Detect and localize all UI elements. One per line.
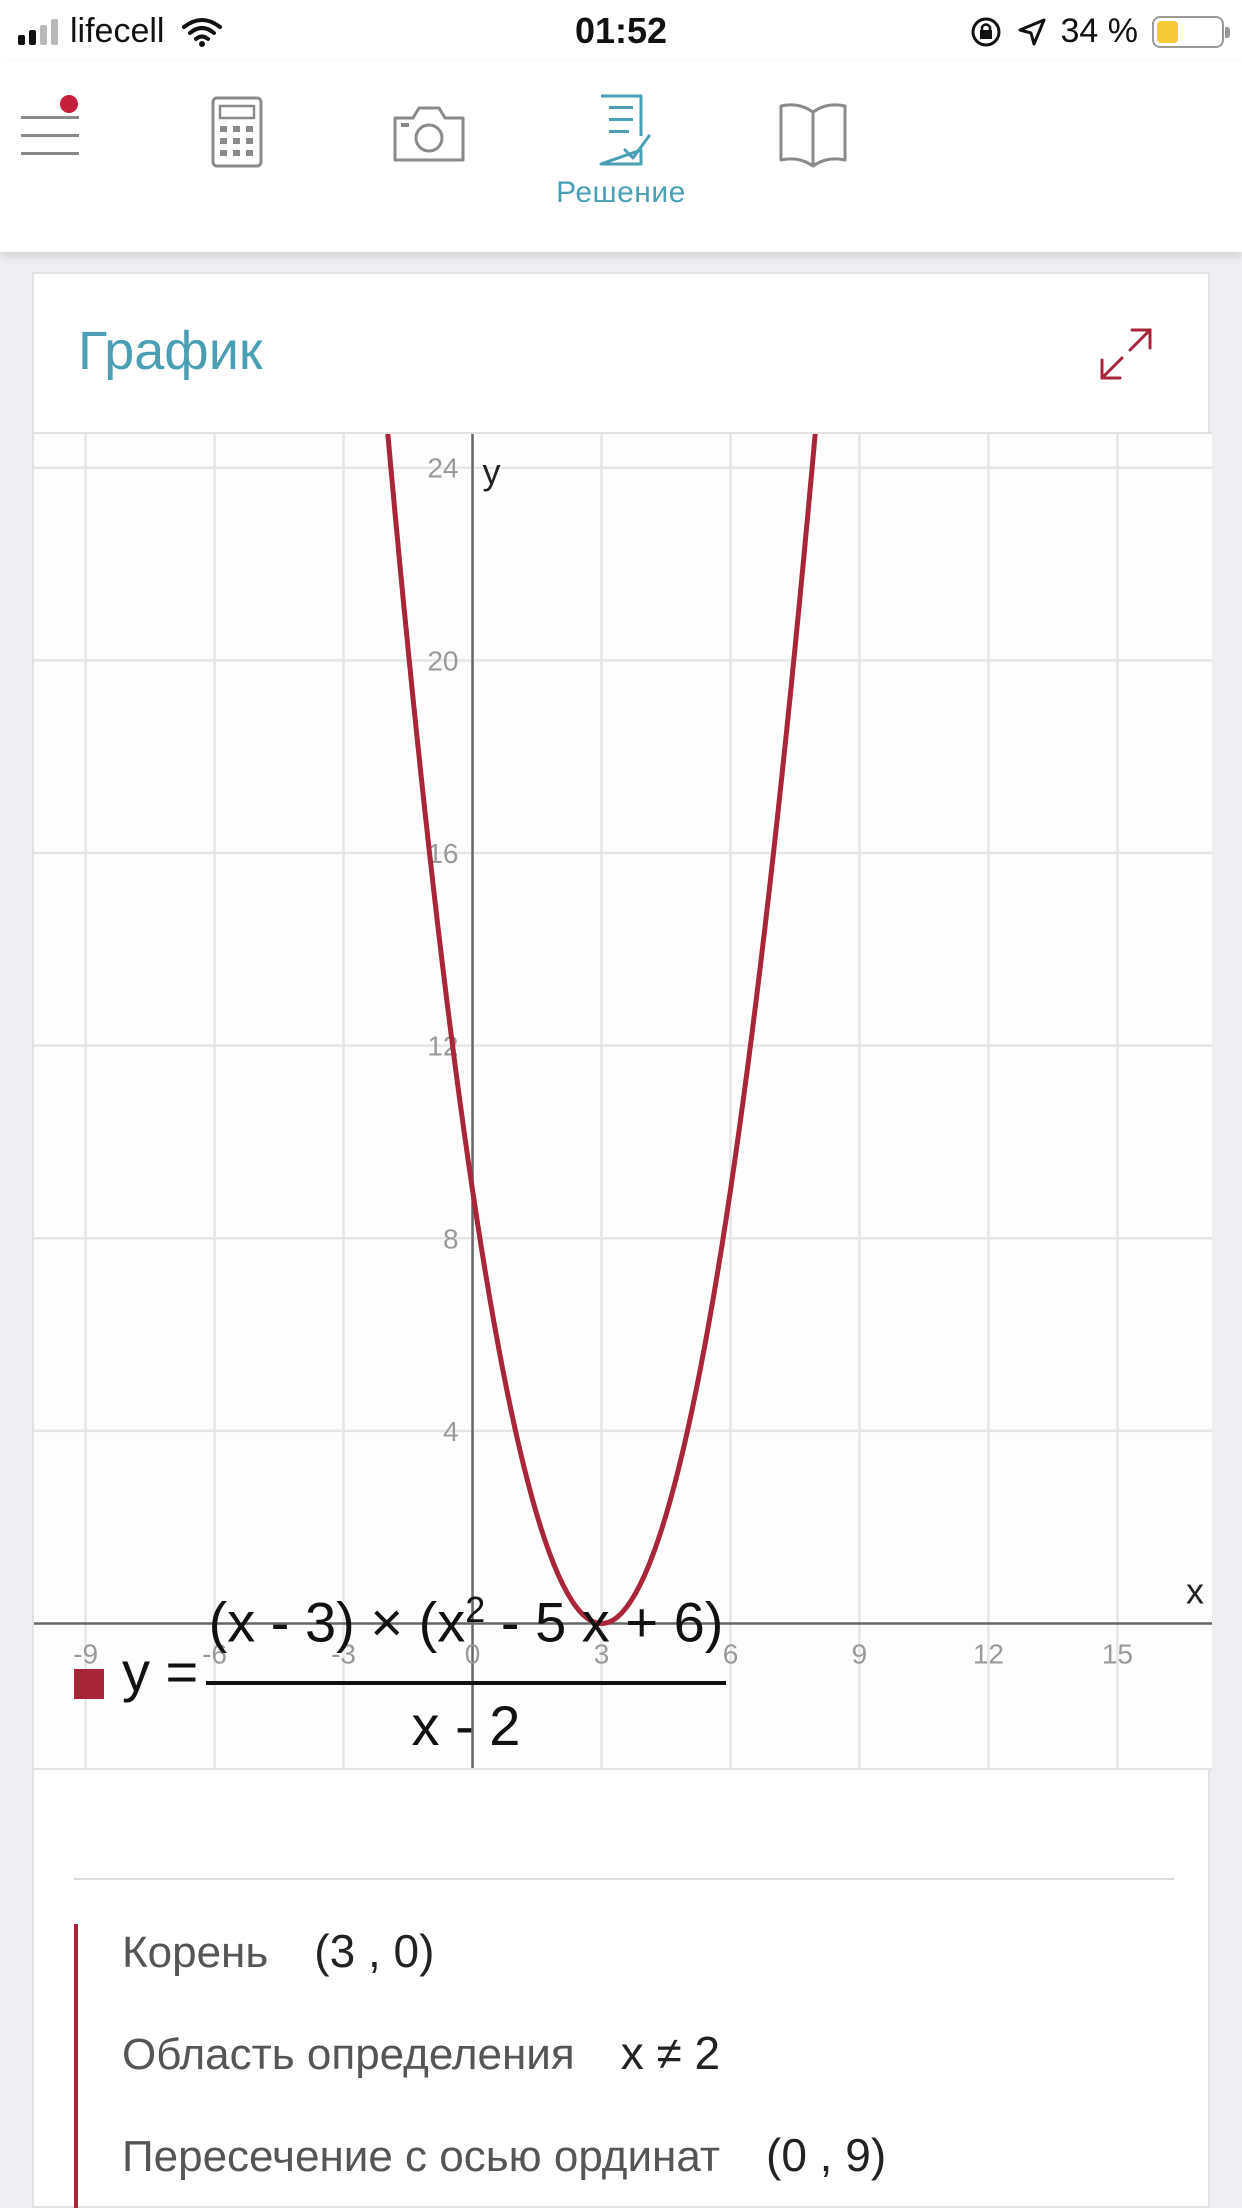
numerator-part-2: - 5 x + 6) <box>485 1590 724 1654</box>
property-value: (3 , 0) <box>314 1925 435 1977</box>
property-y-intercept: Пересечение с осью ординат (0 , 9) <box>122 2128 1174 2208</box>
formula-denominator: x - 2 <box>411 1694 521 1757</box>
y-axis-label: y <box>483 451 501 492</box>
toolbar: Решение <box>0 62 1242 252</box>
chart-svg[interactable]: -9 -6 -3 0 3 6 9 12 154812162024xy <box>34 419 1212 1768</box>
plot-background <box>34 434 1212 1768</box>
property-domain: Область определения x ≠ 2 <box>122 2026 1174 2128</box>
formula-numerator: (x - 3) × (x2 - 5 x + 6) <box>206 1589 726 1655</box>
location-icon <box>1018 18 1045 45</box>
fraction-bar <box>206 1681 726 1685</box>
x-tick-label: 15 <box>1102 1639 1133 1670</box>
battery-icon <box>1152 15 1230 48</box>
status-bar: lifecell 01:52 34 % <box>0 0 1242 62</box>
properties-list: Корень (3 , 0) Область определения x ≠ 2… <box>74 1924 1174 2208</box>
property-label: Область определения <box>122 2030 575 2079</box>
formula-lhs: y = <box>122 1640 199 1703</box>
solution-tab-label: Решение <box>556 176 686 209</box>
divider <box>74 1878 1174 1880</box>
property-root: Корень (3 , 0) <box>122 1924 1174 2026</box>
property-value: x ≠ 2 <box>620 2027 721 2079</box>
function-plot[interactable]: -9 -6 -3 0 3 6 9 12 15 4 8 12 16 20 24 x y <box>34 419 1212 1770</box>
x-tick-label: -9 <box>73 1639 98 1670</box>
camera-button[interactable] <box>354 90 504 240</box>
y-tick-label: 20 <box>427 645 458 676</box>
rotation-lock-icon <box>971 17 1000 46</box>
notification-dot <box>60 95 78 113</box>
solution-icon <box>599 94 651 166</box>
x-tick-label: 12 <box>973 1639 1004 1670</box>
x-axis-label: x <box>1186 1571 1204 1612</box>
book-icon <box>779 103 847 168</box>
formula-fraction: (x - 3) × (x2 - 5 x + 6) x - 2 <box>206 1589 726 1789</box>
legend-swatch <box>74 1669 104 1699</box>
property-label: Пересечение с осью ординат <box>122 2132 720 2181</box>
calculator-icon <box>211 96 263 168</box>
y-tick-label: 8 <box>443 1223 459 1254</box>
y-tick-label: 24 <box>427 453 458 484</box>
numerator-part-1: (x - 3) × (x <box>208 1590 466 1654</box>
battery-percent: 34 % <box>1060 12 1139 50</box>
y-tick-label: 4 <box>443 1416 459 1447</box>
formula-row: y = (x - 3) × (x2 - 5 x + 6) x - 2 <box>74 1589 1174 1909</box>
graph-card: График -9 -6 -3 0 3 6 9 12 15 4 8 12 16 20 24 x y y = (x… <box>32 272 1212 2208</box>
x-tick-label: 9 <box>852 1639 868 1670</box>
book-button[interactable] <box>738 90 888 240</box>
menu-icon <box>21 95 79 155</box>
solution-tab[interactable]: Решение <box>546 90 696 240</box>
calculator-button[interactable] <box>162 90 312 240</box>
camera-icon <box>393 106 465 162</box>
card-title: График <box>78 321 263 381</box>
expand-icon[interactable] <box>1096 324 1156 384</box>
status-right: 34 % <box>969 12 1230 51</box>
numerator-exponent: 2 <box>465 1589 486 1630</box>
menu-button[interactable] <box>0 90 120 240</box>
property-value: (0 , 9) <box>766 2129 887 2181</box>
property-label: Корень <box>122 1928 269 1977</box>
